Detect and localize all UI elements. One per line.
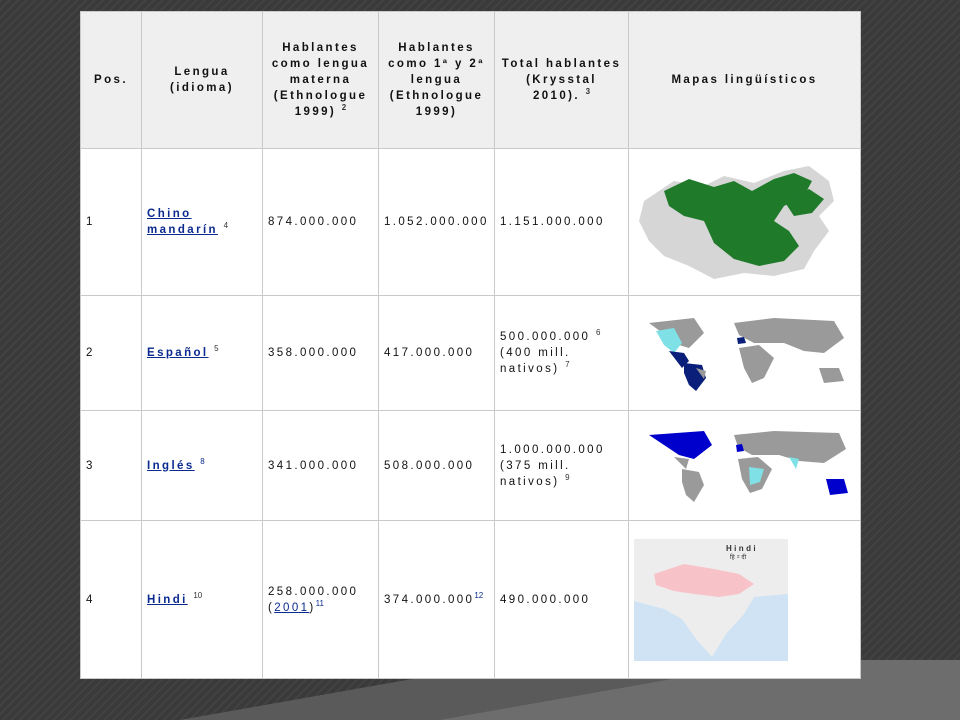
table-row: 1 Chino mandarín 4 874.000.000 1.052.000… bbox=[80, 148, 861, 296]
table-row: 3 Inglés 8 341.000.000 508.000.000 1.000… bbox=[80, 410, 861, 521]
cell-map bbox=[628, 295, 861, 411]
cell-lengua: Español 5 bbox=[141, 295, 263, 411]
link-chino-mandarin[interactable]: Chino mandarín bbox=[147, 208, 218, 236]
link-2001[interactable]: 2001 bbox=[274, 602, 309, 614]
cell-map bbox=[628, 148, 861, 296]
cell-lengua: Inglés 8 bbox=[141, 410, 263, 521]
cell-total: 500.000.000 6 (400 mill. nativos) 7 bbox=[494, 295, 629, 411]
cell-total: 1.151.000.000 bbox=[494, 148, 629, 296]
languages-table-container: Pos. Lengua (idioma) Hablantes como leng… bbox=[80, 11, 861, 679]
world-map-spanish-icon bbox=[649, 318, 844, 391]
ref-8[interactable]: 8 bbox=[200, 457, 204, 466]
ref-11[interactable]: 11 bbox=[316, 599, 324, 608]
cell-map bbox=[628, 410, 861, 521]
world-map-english-icon bbox=[649, 430, 848, 502]
ref-10[interactable]: 10 bbox=[193, 591, 202, 600]
cell-lengua: Chino mandarín 4 bbox=[141, 148, 263, 296]
cell-primera-segunda: 417.000.000 bbox=[378, 295, 495, 411]
link-ingles[interactable]: Inglés bbox=[147, 460, 195, 472]
ref-9[interactable]: 9 bbox=[565, 473, 569, 482]
cell-primera-segunda: 1.052.000.000 bbox=[378, 148, 495, 296]
header-lengua: Lengua (idioma) bbox=[141, 11, 263, 149]
cell-materna: 874.000.000 bbox=[262, 148, 379, 296]
link-hindi[interactable]: Hindi bbox=[147, 594, 188, 606]
india-map-sublabel: हिन्दी bbox=[730, 553, 749, 561]
header-pos: Pos. bbox=[80, 11, 142, 149]
cell-primera-segunda: 374.000.00012 bbox=[378, 520, 495, 679]
india-map-icon: Hindi हिन्दी bbox=[634, 538, 788, 661]
ref-2[interactable]: 2 bbox=[342, 103, 346, 112]
cell-pos: 3 bbox=[80, 410, 142, 521]
link-espanol[interactable]: Español bbox=[147, 347, 209, 359]
cell-pos: 4 bbox=[80, 520, 142, 679]
header-hablantes-1y2: Hablantes como 1ª y 2ª lengua (Ethnologu… bbox=[378, 11, 495, 149]
ref-12[interactable]: 12 bbox=[474, 591, 483, 600]
cell-pos: 1 bbox=[80, 148, 142, 296]
ref-6[interactable]: 6 bbox=[596, 328, 600, 337]
table-header-row: Pos. Lengua (idioma) Hablantes como leng… bbox=[80, 11, 861, 149]
header-mapas: Mapas lingüísticos bbox=[628, 11, 861, 149]
ref-7[interactable]: 7 bbox=[565, 360, 569, 369]
cell-materna: 341.000.000 bbox=[262, 410, 379, 521]
header-hablantes-materna: Hablantes como lengua materna (Ethnologu… bbox=[262, 11, 379, 149]
cell-primera-segunda: 508.000.000 bbox=[378, 410, 495, 521]
cell-pos: 2 bbox=[80, 295, 142, 411]
india-map-label: Hindi bbox=[726, 544, 758, 553]
china-map-icon bbox=[639, 166, 834, 279]
cell-materna: 258.000.000 (2001)11 bbox=[262, 520, 379, 679]
ref-5[interactable]: 5 bbox=[214, 344, 218, 353]
cell-map: Hindi हिन्दी bbox=[628, 520, 861, 679]
ref-3[interactable]: 3 bbox=[586, 87, 590, 96]
cell-total: 1.000.000.000 (375 mill. nativos) 9 bbox=[494, 410, 629, 521]
cell-lengua: Hindi 10 bbox=[141, 520, 263, 679]
table-row: 2 Español 5 358.000.000 417.000.000 500.… bbox=[80, 295, 861, 411]
cell-total: 490.000.000 bbox=[494, 520, 629, 679]
header-total: Total hablantes (Krysstal 2010). 3 bbox=[494, 11, 629, 149]
ref-4[interactable]: 4 bbox=[224, 221, 228, 230]
cell-materna: 358.000.000 bbox=[262, 295, 379, 411]
table-row: 4 Hindi 10 258.000.000 (2001)11 374.000.… bbox=[80, 520, 861, 679]
languages-table: Pos. Lengua (idioma) Hablantes como leng… bbox=[80, 11, 861, 679]
